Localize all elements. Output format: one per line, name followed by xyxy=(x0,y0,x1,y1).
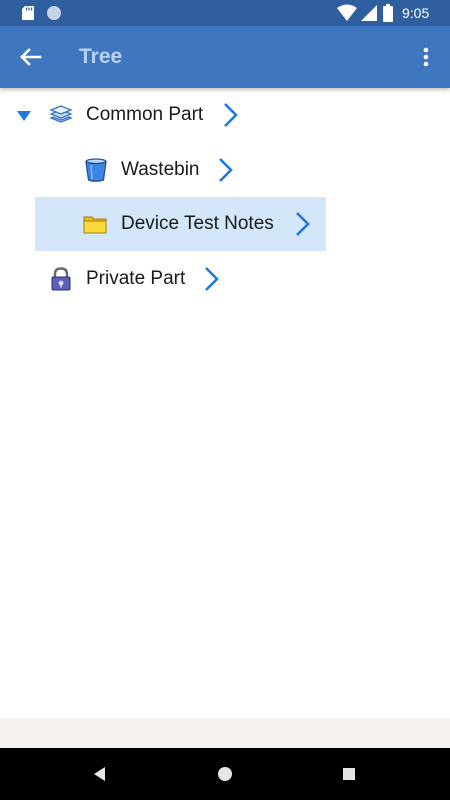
tree-node-label: Device Test Notes xyxy=(121,213,274,234)
tree-node-label: Wastebin xyxy=(121,159,200,180)
arrow-back-icon[interactable] xyxy=(14,41,46,73)
more-vert-icon[interactable] xyxy=(414,41,438,73)
chevron-right-icon[interactable] xyxy=(203,266,221,292)
folder-icon xyxy=(83,216,107,234)
tree-node-device-test-notes[interactable]: Device Test Notes xyxy=(35,197,326,251)
lock-icon xyxy=(51,267,71,291)
battery-icon xyxy=(383,4,393,22)
tree-node-private-part[interactable]: Private Part xyxy=(0,252,260,306)
bottom-strip xyxy=(0,718,450,748)
navigation-bar xyxy=(0,748,450,800)
tree-node-label: Common Part xyxy=(86,104,204,125)
cell-signal-icon xyxy=(361,5,377,21)
status-time: 9:05 xyxy=(402,5,430,21)
tree-node-label: Private Part xyxy=(86,268,186,289)
chevron-right-icon[interactable] xyxy=(222,102,240,128)
back-triangle-icon[interactable] xyxy=(91,765,109,783)
expand-triangle-icon[interactable] xyxy=(16,110,32,122)
tree-node-common-part[interactable]: Common Part xyxy=(0,88,260,142)
chevron-right-icon[interactable] xyxy=(217,157,235,183)
layers-icon xyxy=(49,105,73,123)
sd-card-icon xyxy=(22,6,34,20)
chevron-right-icon[interactable] xyxy=(294,211,312,237)
page-title: Tree xyxy=(79,45,123,68)
notification-dot-icon xyxy=(47,6,61,20)
status-bar: 9:05 xyxy=(0,0,450,26)
wastebin-icon xyxy=(85,158,107,182)
wifi-icon xyxy=(337,4,357,21)
recents-square-icon[interactable] xyxy=(340,765,358,783)
tree-view: Common Part Wastebin Device Test Notes P… xyxy=(0,88,450,718)
app-bar: Tree xyxy=(0,26,450,88)
home-circle-icon[interactable] xyxy=(216,765,234,783)
tree-node-wastebin[interactable]: Wastebin xyxy=(0,143,260,197)
